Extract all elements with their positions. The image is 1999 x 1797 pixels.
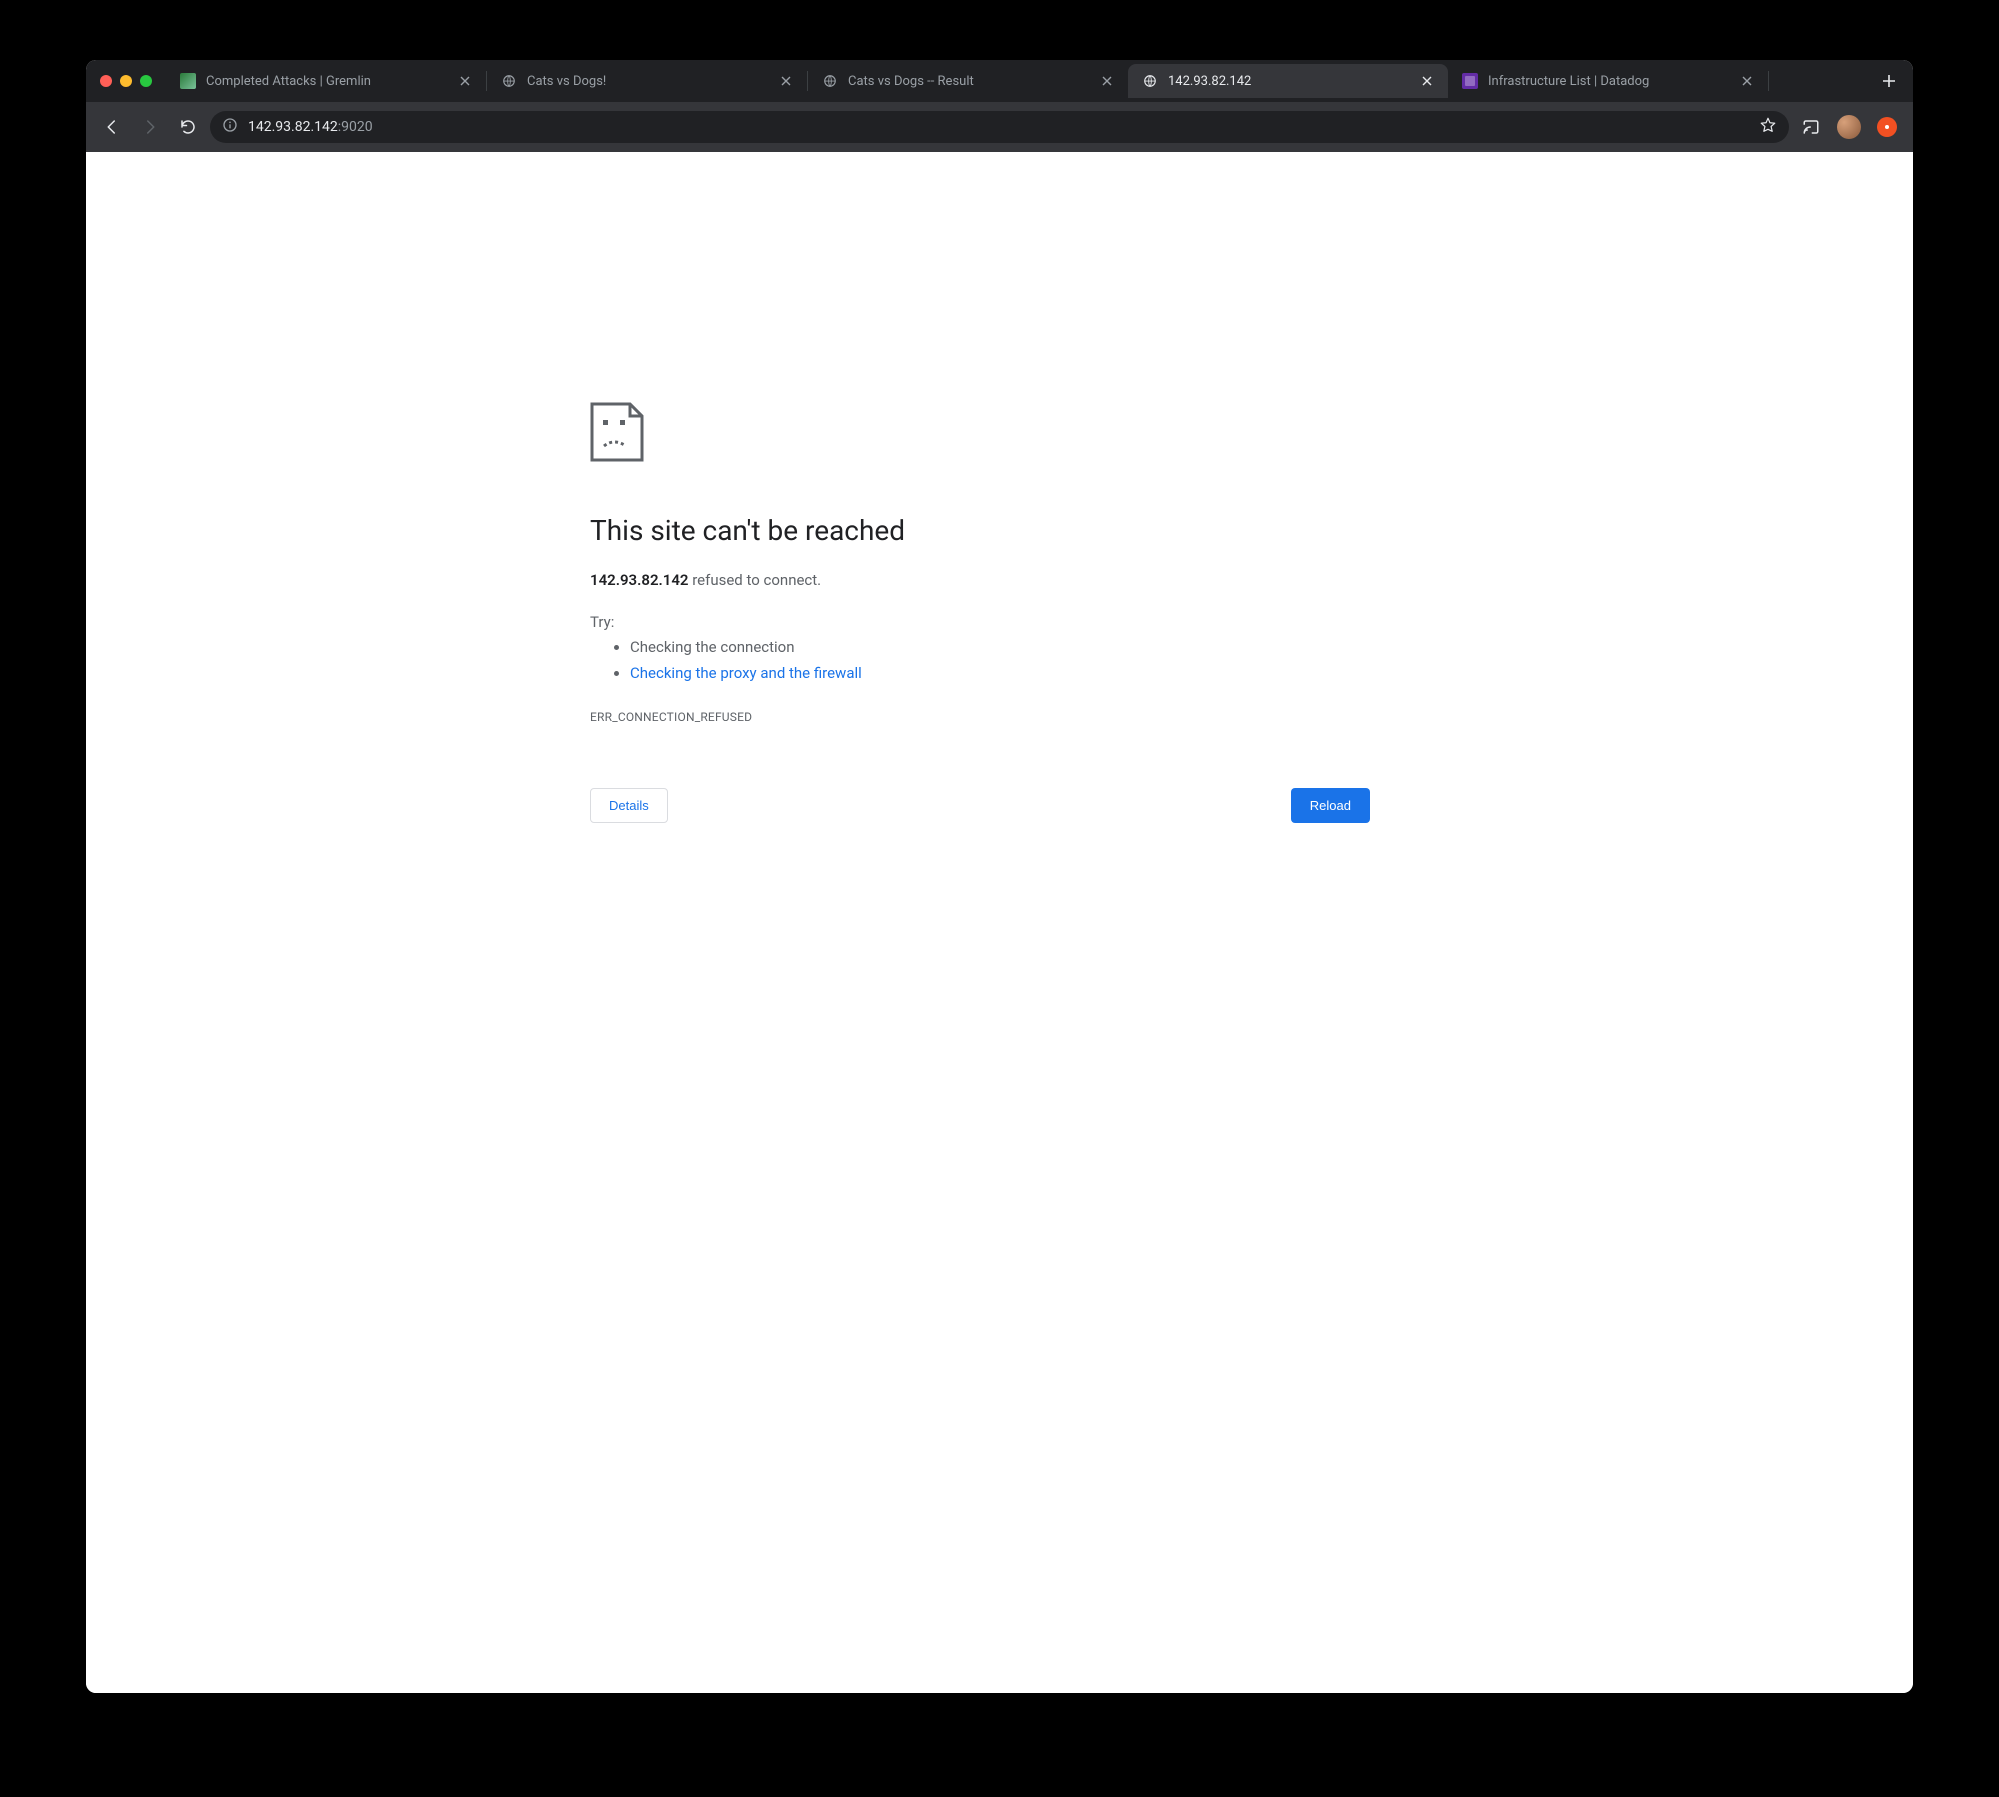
tab-close-icon[interactable] — [1420, 74, 1434, 88]
details-button[interactable]: Details — [590, 788, 668, 823]
tab-close-icon[interactable] — [1100, 74, 1114, 88]
tab-active-ip[interactable]: 142.93.82.142 — [1128, 64, 1448, 98]
tab-gremlin[interactable]: Completed Attacks | Gremlin — [166, 64, 486, 98]
tab-title: Infrastructure List | Datadog — [1488, 74, 1730, 89]
tab-title: Cats vs Dogs -- Result — [848, 74, 1090, 89]
tab-strip: Completed Attacks | Gremlin Cats vs Dogs… — [86, 60, 1913, 102]
error-page: This site can't be reached 142.93.82.142… — [590, 402, 1370, 823]
extension-icon[interactable] — [1871, 111, 1903, 143]
new-tab-button[interactable] — [1875, 67, 1903, 95]
tab-separator — [1768, 71, 1769, 91]
favicon-globe-icon — [501, 73, 517, 89]
tab-close-icon[interactable] — [779, 74, 793, 88]
tab-cats-vs-dogs[interactable]: Cats vs Dogs! — [487, 64, 807, 98]
url-port: :9020 — [338, 119, 373, 135]
error-code: ERR_CONNECTION_REFUSED — [590, 710, 1370, 724]
tab-close-icon[interactable] — [458, 74, 472, 88]
page-viewport: This site can't be reached 142.93.82.142… — [86, 152, 1913, 1693]
tab-cats-vs-dogs-result[interactable]: Cats vs Dogs -- Result — [808, 64, 1128, 98]
error-message-suffix: refused to connect. — [688, 571, 821, 589]
address-bar[interactable]: 142.93.82.142:9020 — [210, 111, 1789, 143]
tab-title: Cats vs Dogs! — [527, 74, 769, 89]
window-maximize-button[interactable] — [140, 75, 152, 87]
site-info-icon[interactable] — [222, 117, 238, 137]
try-label: Try: — [590, 613, 1370, 631]
suggestion-item: Checking the proxy and the firewall — [630, 661, 1370, 687]
tab-title: 142.93.82.142 — [1168, 74, 1410, 89]
favicon-globe-icon — [1142, 73, 1158, 89]
url-text: 142.93.82.142:9020 — [248, 119, 373, 135]
suggestion-link[interactable]: Checking the proxy and the firewall — [630, 664, 862, 682]
profile-avatar[interactable] — [1833, 111, 1865, 143]
reload-page-button[interactable]: Reload — [1291, 788, 1370, 823]
browser-window: Completed Attacks | Gremlin Cats vs Dogs… — [86, 60, 1913, 1693]
window-controls — [100, 75, 152, 87]
reload-button[interactable] — [172, 111, 204, 143]
window-minimize-button[interactable] — [120, 75, 132, 87]
error-title: This site can't be reached — [590, 514, 1370, 547]
error-host: 142.93.82.142 — [590, 571, 688, 589]
tab-datadog[interactable]: Infrastructure List | Datadog — [1448, 64, 1768, 98]
forward-button[interactable] — [134, 111, 166, 143]
window-close-button[interactable] — [100, 75, 112, 87]
back-button[interactable] — [96, 111, 128, 143]
suggestion-text: Checking the connection — [630, 638, 795, 656]
suggestion-list: Checking the connection Checking the pro… — [590, 635, 1370, 686]
bookmark-star-icon[interactable] — [1759, 116, 1777, 138]
tab-title: Completed Attacks | Gremlin — [206, 74, 448, 89]
sad-page-icon — [590, 402, 1370, 466]
error-message: 142.93.82.142 refused to connect. — [590, 571, 1370, 589]
error-actions: Details Reload — [590, 788, 1370, 823]
cast-icon[interactable] — [1795, 111, 1827, 143]
tab-close-icon[interactable] — [1740, 74, 1754, 88]
toolbar: 142.93.82.142:9020 — [86, 102, 1913, 152]
favicon-gremlin-icon — [180, 73, 196, 89]
url-host: 142.93.82.142 — [248, 119, 338, 135]
suggestion-item: Checking the connection — [630, 635, 1370, 661]
favicon-datadog-icon — [1462, 73, 1478, 89]
tab-list: Completed Attacks | Gremlin Cats vs Dogs… — [166, 60, 1869, 102]
favicon-globe-icon — [822, 73, 838, 89]
